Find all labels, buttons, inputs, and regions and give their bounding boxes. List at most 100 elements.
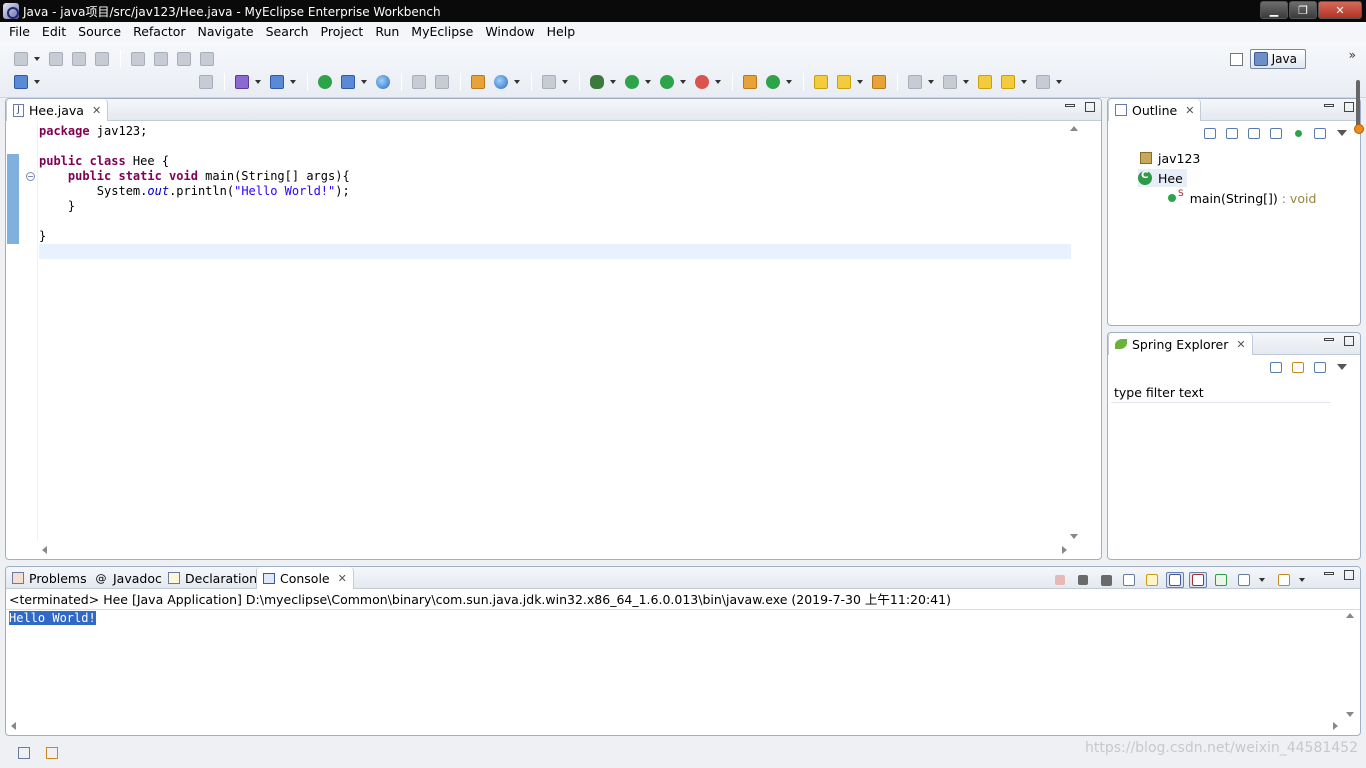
maximize-view-button[interactable] (1085, 102, 1095, 112)
open-console-button[interactable] (195, 72, 217, 92)
console-output-text[interactable]: Hello World! (9, 611, 96, 625)
remove-launch-button[interactable] (1074, 572, 1092, 588)
menu-run[interactable]: Run (369, 22, 405, 42)
maximize-view-button[interactable] (1344, 102, 1354, 112)
maximize-view-button[interactable] (1344, 570, 1354, 580)
view-menu-button[interactable] (1334, 360, 1350, 374)
menu-source[interactable]: Source (72, 22, 127, 42)
remove-all-terminated-button[interactable] (1097, 572, 1115, 588)
console-output[interactable]: Hello World! (9, 611, 96, 626)
display-console-button[interactable] (1235, 572, 1253, 588)
open-task-button[interactable] (868, 72, 890, 92)
outline-item-package[interactable]: jav123 (1140, 149, 1200, 167)
new-server-dropdown[interactable] (254, 72, 262, 92)
open-browser-button[interactable] (372, 72, 394, 92)
minimize-view-button[interactable] (1065, 104, 1075, 107)
next-annotation-dropdown[interactable] (927, 72, 935, 92)
display-console-dropdown[interactable] (1258, 570, 1266, 590)
refresh-button[interactable] (431, 72, 453, 92)
close-tab-icon[interactable]: ✕ (92, 104, 101, 117)
close-tab-icon[interactable]: ✕ (1185, 104, 1194, 117)
open-type-button[interactable] (467, 72, 489, 92)
hide-non-public-button[interactable] (1290, 126, 1306, 140)
fast-view-button[interactable] (16, 745, 32, 761)
sort-button[interactable] (1224, 126, 1240, 140)
spring-filter-input[interactable] (1111, 383, 1331, 403)
tab-hee-java[interactable]: J Hee.java ✕ (6, 99, 109, 121)
hide-static-button[interactable] (1268, 126, 1284, 140)
new-class-button[interactable] (762, 72, 784, 92)
debug-dropdown[interactable] (609, 72, 617, 92)
scroll-left-icon[interactable] (42, 546, 47, 554)
new-wizard-button[interactable] (10, 49, 32, 69)
toggle-mark-occurrences-button[interactable] (127, 49, 149, 69)
code-editor[interactable]: − package jav123; public class Hee { pub… (6, 122, 1101, 559)
menu-search[interactable]: Search (260, 22, 315, 42)
new-package-button[interactable] (739, 72, 761, 92)
menu-refactor[interactable]: Refactor (127, 22, 191, 42)
menu-file[interactable]: File (3, 22, 36, 42)
collapse-all-button[interactable] (1202, 126, 1218, 140)
new-java-project-dropdown[interactable] (33, 72, 41, 92)
scroll-up-icon[interactable] (1346, 613, 1354, 618)
print-button[interactable] (91, 49, 113, 69)
menu-edit[interactable]: Edit (36, 22, 72, 42)
screenshot-button[interactable] (538, 72, 560, 92)
new-class-dropdown[interactable] (785, 72, 793, 92)
save-button[interactable] (45, 49, 67, 69)
back-button[interactable] (997, 72, 1019, 92)
previous-annotation-button[interactable] (939, 72, 961, 92)
next-annotation-button[interactable] (904, 72, 926, 92)
sort-button[interactable] (1312, 360, 1328, 374)
pin-console-button[interactable] (1212, 572, 1230, 588)
show-on-stdout-button[interactable] (1166, 572, 1184, 588)
debug-button[interactable] (586, 72, 608, 92)
outline-item-class[interactable]: Hee (1138, 169, 1187, 187)
run-button[interactable] (621, 72, 643, 92)
maximize-button[interactable]: ❐ (1289, 1, 1317, 19)
save-all-button[interactable] (68, 49, 90, 69)
scroll-up-icon[interactable] (1070, 126, 1078, 131)
menu-window[interactable]: Window (479, 22, 540, 42)
web-services-button[interactable] (490, 72, 512, 92)
editor-horizontal-scrollbar[interactable] (38, 543, 1071, 557)
minimize-view-button[interactable] (1324, 338, 1334, 341)
web-services-dropdown[interactable] (513, 72, 521, 92)
show-whitespace-button[interactable] (173, 49, 195, 69)
previous-annotation-dropdown[interactable] (962, 72, 970, 92)
show-pilcrow-button[interactable] (196, 49, 218, 69)
scroll-left-icon[interactable] (11, 722, 16, 730)
clear-console-button[interactable] (1120, 572, 1138, 588)
menu-myeclipse[interactable]: MyEclipse (405, 22, 479, 42)
tab-console[interactable]: Console ✕ (256, 567, 354, 589)
terminate-button[interactable] (1051, 572, 1069, 588)
minimize-view-button[interactable] (1324, 572, 1334, 575)
scroll-lock-button[interactable] (1143, 572, 1161, 588)
minimize-view-button[interactable] (1324, 104, 1334, 107)
grip-knob-icon[interactable] (1354, 124, 1364, 134)
screenshot-dropdown[interactable] (561, 72, 569, 92)
scroll-right-icon[interactable] (1062, 546, 1067, 554)
back-to-edit-button[interactable] (408, 72, 430, 92)
deploy-button[interactable] (314, 72, 336, 92)
scroll-right-icon[interactable] (1333, 722, 1338, 730)
close-tab-icon[interactable]: ✕ (1236, 338, 1245, 351)
status-tasks-button[interactable] (44, 745, 60, 761)
open-perspective-button[interactable] (1228, 50, 1246, 68)
link-with-editor-button[interactable] (1290, 360, 1306, 374)
back-dropdown[interactable] (1020, 72, 1028, 92)
menu-project[interactable]: Project (315, 22, 370, 42)
run-dropdown[interactable] (644, 72, 652, 92)
close-button[interactable]: ✕ (1318, 1, 1362, 19)
external-tools-button[interactable] (691, 72, 713, 92)
tab-outline[interactable]: Outline ✕ (1108, 99, 1202, 121)
maximize-view-button[interactable] (1344, 336, 1354, 346)
collapse-all-button[interactable] (1268, 360, 1284, 374)
run-server-dropdown[interactable] (360, 72, 368, 92)
new-web-button[interactable] (266, 72, 288, 92)
scroll-down-icon[interactable] (1346, 712, 1354, 717)
open-console-button[interactable] (1275, 572, 1293, 588)
last-edit-button[interactable] (974, 72, 996, 92)
forward-dropdown[interactable] (1055, 72, 1063, 92)
toggle-block-selection-button[interactable] (150, 49, 172, 69)
